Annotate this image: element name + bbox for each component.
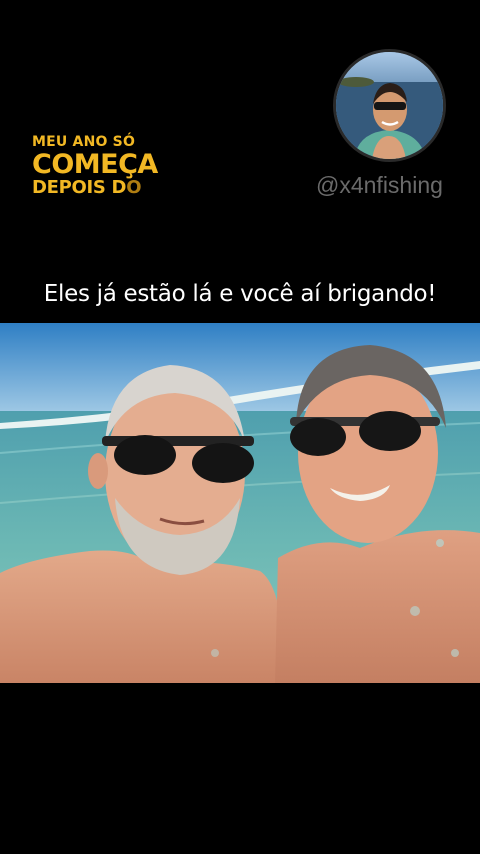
avatar[interactable] (333, 49, 446, 162)
video-caption: Eles já estão lá e você aí brigando! (43, 281, 437, 307)
avatar-image (336, 52, 443, 159)
username-handle[interactable]: @x4nfishing (316, 172, 443, 199)
promo-line-3: DEPOIS DO (32, 179, 158, 197)
beach-selfie-photo (0, 323, 480, 683)
promo-line-3-fade: O (126, 177, 142, 198)
promo-line-1: MEU ANO SÓ (32, 134, 136, 150)
promo-text-overlay: MEU ANO SÓ COMEÇA DEPOIS DO (32, 135, 158, 197)
promo-line-3-main: DEPOIS D (32, 177, 127, 198)
promo-line-2: COMEÇA (32, 149, 158, 180)
